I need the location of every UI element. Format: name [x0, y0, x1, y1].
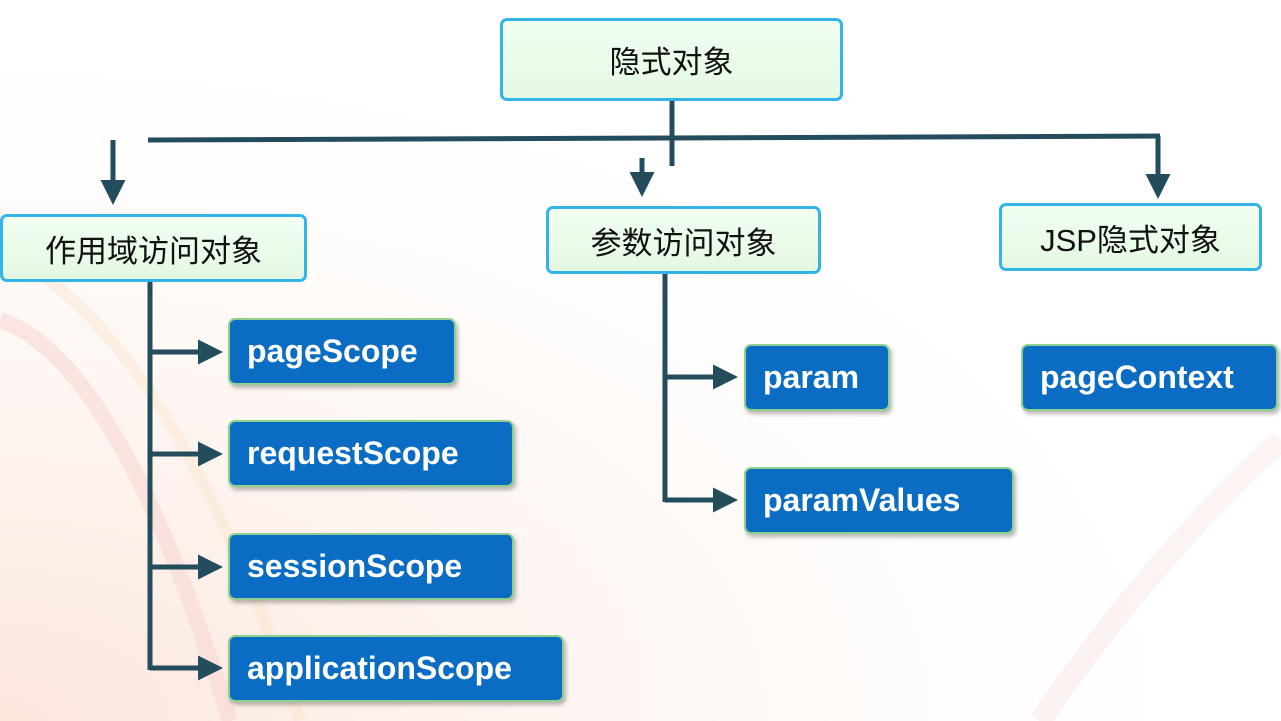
leaf-applicationscope: applicationScope: [228, 635, 564, 702]
category-label: JSP隐式对象: [1040, 222, 1221, 258]
category-label: 参数访问对象: [590, 225, 777, 262]
category-param-access: 参数访问对象: [546, 206, 821, 274]
leaf-pagecontext: pageContext: [1021, 344, 1278, 411]
category-label: 作用域访问对象: [45, 233, 262, 270]
leaf-param: param: [744, 344, 890, 411]
root-label: 隐式对象: [609, 45, 734, 81]
leaf-label: applicationScope: [247, 650, 512, 686]
leaf-label: pageContext: [1040, 359, 1234, 395]
leaf-label: param: [763, 359, 860, 395]
leaf-requestscope: requestScope: [228, 420, 514, 487]
leaf-pagescope: pageScope: [228, 318, 456, 385]
leaf-label: pageScope: [247, 333, 418, 369]
category-scope-access: 作用域访问对象: [0, 214, 307, 282]
leaf-paramvalues: paramValues: [744, 467, 1014, 534]
leaf-sessionscope: sessionScope: [228, 533, 514, 600]
leaf-label: paramValues: [763, 482, 961, 518]
root-node: 隐式对象: [500, 18, 843, 101]
category-jsp-implicit: JSP隐式对象: [999, 203, 1262, 271]
leaf-label: sessionScope: [247, 548, 463, 584]
leaf-label: requestScope: [247, 435, 459, 471]
